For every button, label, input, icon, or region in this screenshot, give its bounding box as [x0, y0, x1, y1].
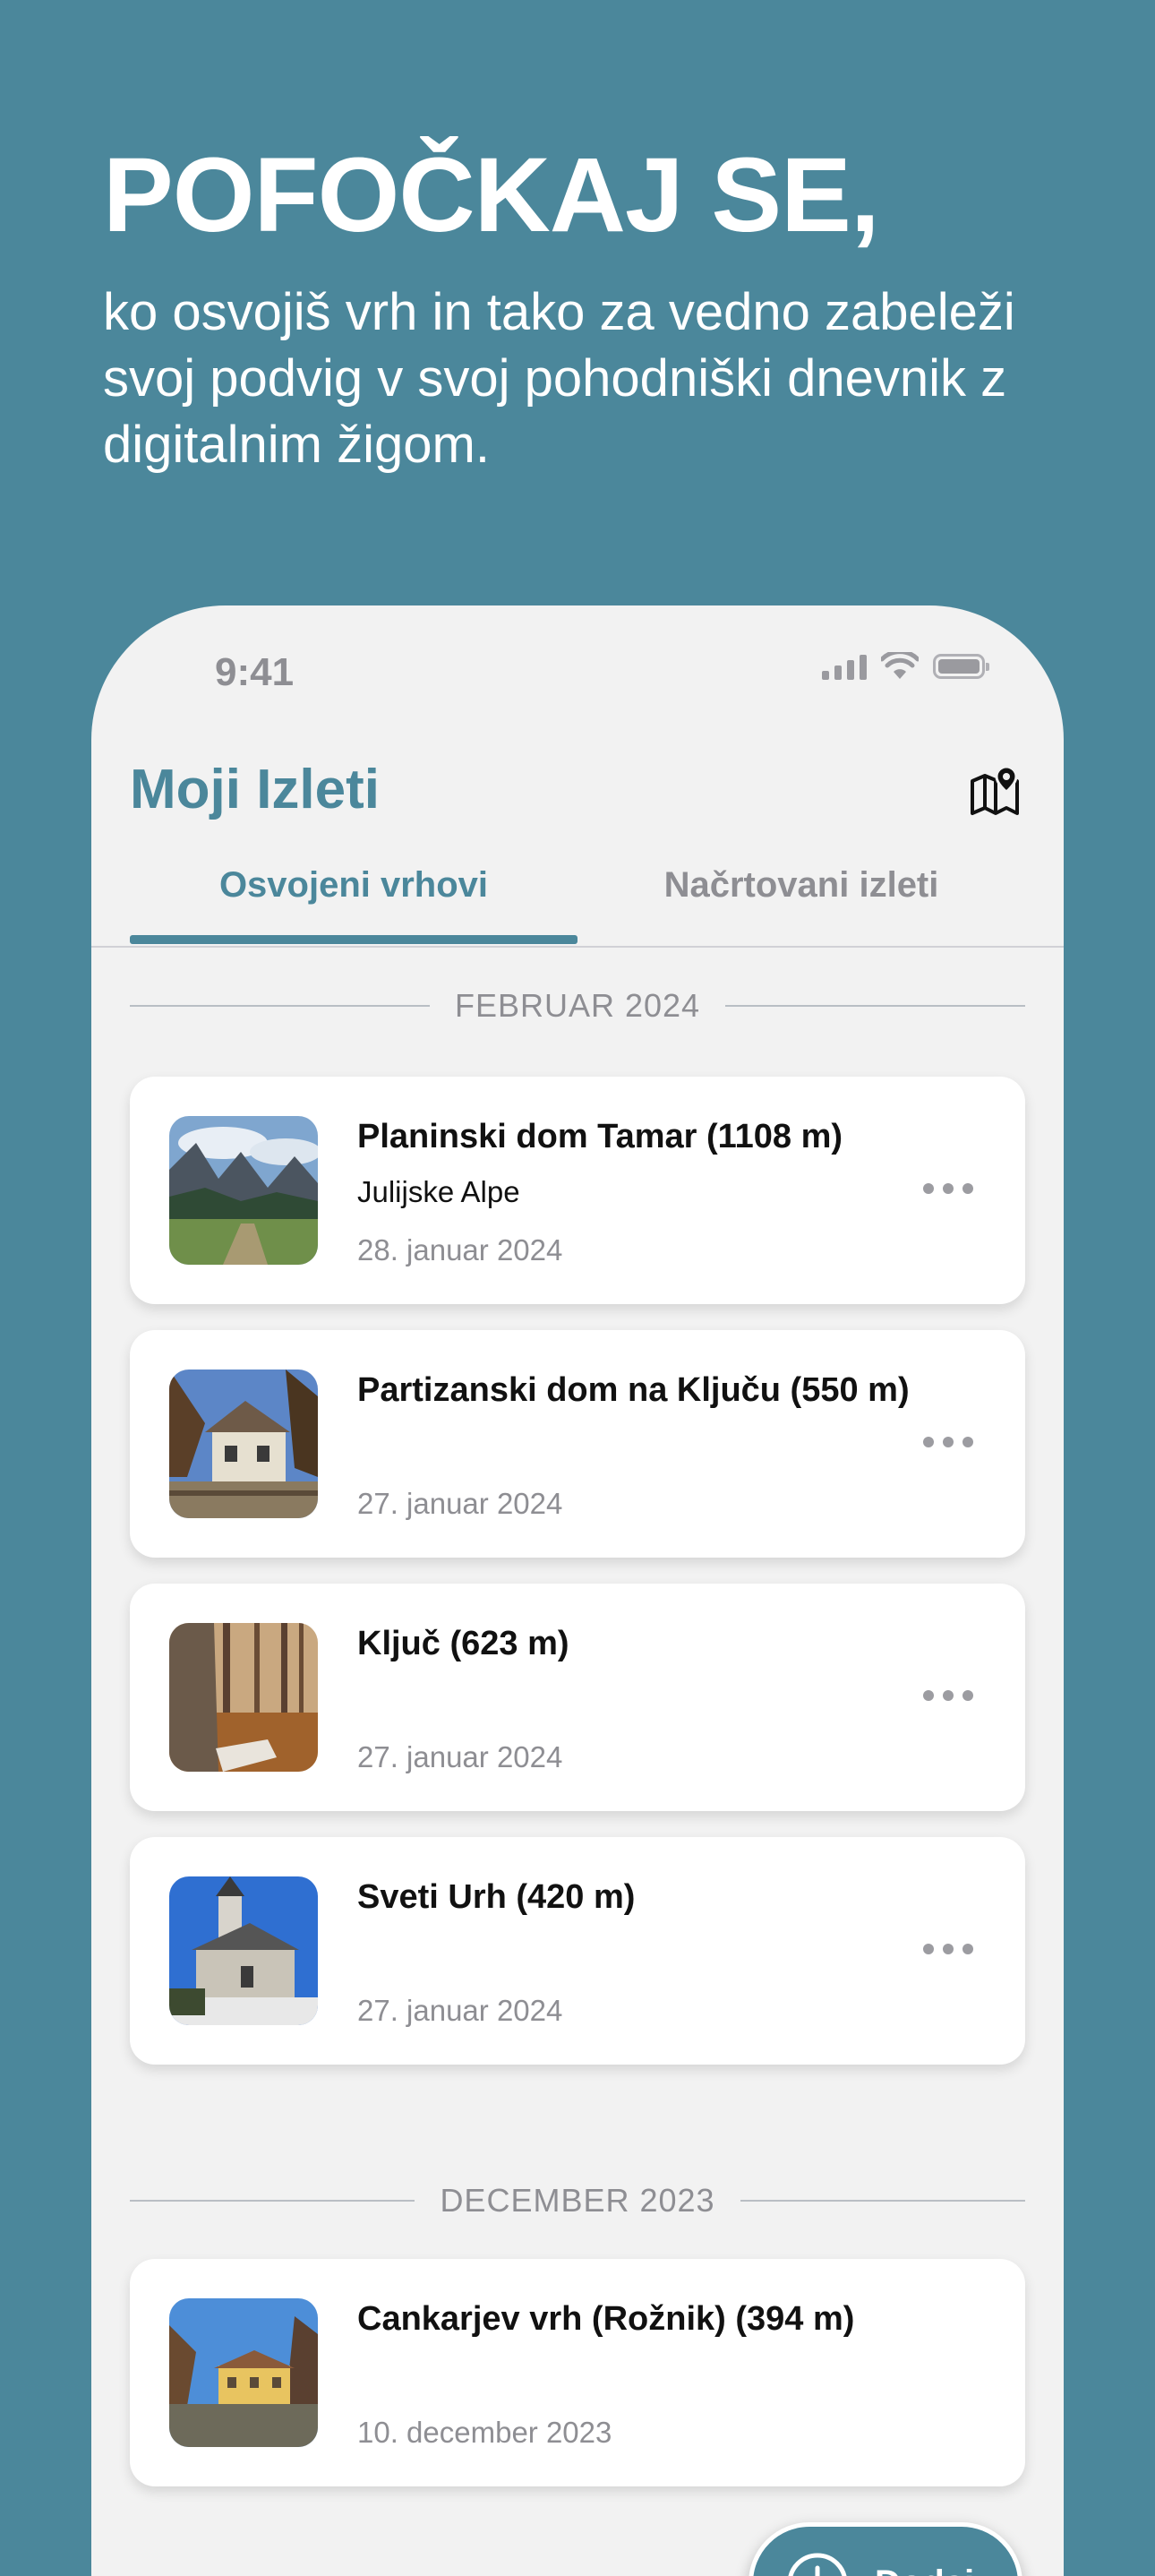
- active-tab-indicator: [130, 935, 578, 944]
- trip-date: 27. januar 2024: [357, 1487, 562, 1521]
- status-time: 9:41: [215, 650, 294, 695]
- status-icons: [822, 652, 985, 681]
- wifi-icon: [881, 652, 919, 681]
- phone-screen: 9:41 Moji Izleti Osvojeni vrhovi Načrtov…: [91, 605, 1064, 2576]
- trip-photo: [169, 1876, 318, 2025]
- more-icon[interactable]: [923, 1931, 973, 1967]
- section-header: DECEMBER 2023: [130, 2178, 1025, 2223]
- tab-bar: Osvojeni vrhovi Načrtovani izleti: [130, 865, 1025, 928]
- battery-icon: [933, 654, 985, 679]
- trip-date: 27. januar 2024: [357, 1994, 562, 2028]
- promo-subtitle: ko osvojiš vrh in tako za vedno zabeleži…: [103, 279, 1070, 478]
- trip-title: Sveti Urh (420 m): [357, 1878, 635, 1917]
- page-title: Moji Izleti: [130, 758, 380, 821]
- list-item[interactable]: Sveti Urh (420 m) 27. januar 2024: [130, 1837, 1025, 2065]
- list-item[interactable]: Planinski dom Tamar (1108 m) Julijske Al…: [130, 1077, 1025, 1304]
- more-icon[interactable]: [923, 1171, 973, 1206]
- list-item[interactable]: Ključ (623 m) 27. januar 2024: [130, 1584, 1025, 1811]
- trip-photo: [169, 1116, 318, 1265]
- trip-title: Partizanski dom na Ključu (550 m): [357, 1371, 910, 1410]
- trip-title: Cankarjev vrh (Rožnik) (394 m): [357, 2300, 854, 2339]
- trip-title: Ključ (623 m): [357, 1625, 569, 1663]
- tab-nacrtovani-izleti[interactable]: Načrtovani izleti: [578, 865, 1025, 906]
- signal-icon: [822, 653, 867, 680]
- add-button[interactable]: Dodaj: [749, 2522, 1022, 2576]
- promo-title: POFOČKAJ SE,: [103, 134, 879, 256]
- tab-osvojeni-vrhovi[interactable]: Osvojeni vrhovi: [130, 865, 578, 906]
- section-label: FEBRUAR 2024: [430, 987, 725, 1025]
- plus-circle-icon: [785, 2551, 850, 2576]
- list-item[interactable]: Partizanski dom na Ključu (550 m) 27. ja…: [130, 1330, 1025, 1558]
- tab-divider: [91, 946, 1064, 948]
- trip-photo: [169, 1370, 318, 1518]
- map-pin-icon[interactable]: [967, 765, 1022, 820]
- section-header: FEBRUAR 2024: [130, 983, 1025, 1028]
- more-icon[interactable]: [923, 1424, 973, 1460]
- trip-date: 10. december 2023: [357, 2416, 612, 2450]
- trip-region: Julijske Alpe: [357, 1175, 520, 1209]
- more-icon[interactable]: [923, 1678, 973, 1713]
- section-label: DECEMBER 2023: [415, 2182, 740, 2220]
- trip-photo: [169, 2298, 318, 2447]
- trip-photo: [169, 1623, 318, 1772]
- trip-date: 28. januar 2024: [357, 1233, 562, 1267]
- trip-date: 27. januar 2024: [357, 1740, 562, 1774]
- add-button-label: Dodaj: [875, 2563, 974, 2576]
- trip-title: Planinski dom Tamar (1108 m): [357, 1118, 843, 1156]
- list-item[interactable]: Cankarjev vrh (Rožnik) (394 m) 10. decem…: [130, 2259, 1025, 2486]
